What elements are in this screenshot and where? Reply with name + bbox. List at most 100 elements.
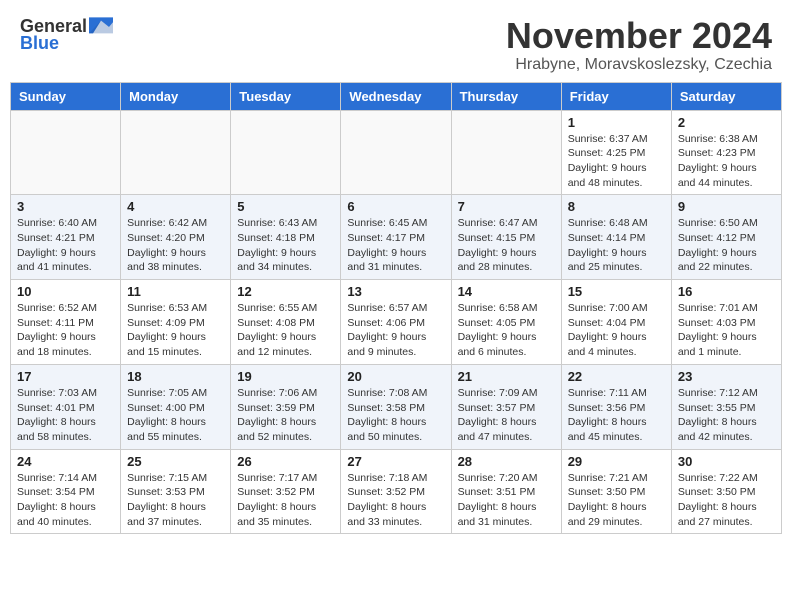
logo: General Blue	[20, 16, 113, 54]
day-number: 26	[237, 454, 334, 469]
day-info: Sunrise: 6:55 AM Sunset: 4:08 PM Dayligh…	[237, 301, 334, 360]
calendar-day-cell: 29 Sunrise: 7:21 AM Sunset: 3:50 PM Dayli…	[561, 449, 671, 534]
day-info: Sunrise: 6:47 AM Sunset: 4:15 PM Dayligh…	[458, 216, 555, 275]
day-number: 14	[458, 284, 555, 299]
calendar-week-row: 17 Sunrise: 7:03 AM Sunset: 4:01 PM Dayli…	[11, 364, 782, 449]
calendar-day-cell: 17 Sunrise: 7:03 AM Sunset: 4:01 PM Dayli…	[11, 364, 121, 449]
day-info: Sunrise: 6:52 AM Sunset: 4:11 PM Dayligh…	[17, 301, 114, 360]
day-info: Sunrise: 7:01 AM Sunset: 4:03 PM Dayligh…	[678, 301, 775, 360]
calendar-day-cell: 7 Sunrise: 6:47 AM Sunset: 4:15 PM Daylig…	[451, 195, 561, 280]
calendar-week-row: 1Sunrise: 6:37 AM Sunset: 4:25 PM Daylig…	[11, 110, 782, 195]
day-number: 13	[347, 284, 444, 299]
calendar-day-cell: 14 Sunrise: 6:58 AM Sunset: 4:05 PM Dayli…	[451, 280, 561, 365]
calendar-day-cell: 26 Sunrise: 7:17 AM Sunset: 3:52 PM Dayli…	[231, 449, 341, 534]
day-number: 17	[17, 369, 114, 384]
day-info: Sunrise: 7:15 AM Sunset: 3:53 PM Dayligh…	[127, 471, 224, 530]
calendar-day-cell: 25 Sunrise: 7:15 AM Sunset: 3:53 PM Dayli…	[121, 449, 231, 534]
day-info: Sunrise: 6:48 AM Sunset: 4:14 PM Dayligh…	[568, 216, 665, 275]
calendar-week-row: 3 Sunrise: 6:40 AM Sunset: 4:21 PM Daylig…	[11, 195, 782, 280]
calendar-day-cell: 30Sunrise: 7:22 AM Sunset: 3:50 PM Dayli…	[671, 449, 781, 534]
calendar-day-header: Wednesday	[341, 82, 451, 110]
day-number: 18	[127, 369, 224, 384]
calendar-day-cell: 19 Sunrise: 7:06 AM Sunset: 3:59 PM Dayli…	[231, 364, 341, 449]
calendar-day-cell: 9 Sunrise: 6:50 AM Sunset: 4:12 PM Daylig…	[671, 195, 781, 280]
day-info: Sunrise: 6:40 AM Sunset: 4:21 PM Dayligh…	[17, 216, 114, 275]
calendar-day-header: Saturday	[671, 82, 781, 110]
day-number: 21	[458, 369, 555, 384]
day-info: Sunrise: 6:43 AM Sunset: 4:18 PM Dayligh…	[237, 216, 334, 275]
calendar-day-cell: 27Sunrise: 7:18 AM Sunset: 3:52 PM Dayli…	[341, 449, 451, 534]
calendar-day-cell: 4 Sunrise: 6:42 AM Sunset: 4:20 PM Daylig…	[121, 195, 231, 280]
calendar-day-header: Sunday	[11, 82, 121, 110]
day-info: Sunrise: 6:53 AM Sunset: 4:09 PM Dayligh…	[127, 301, 224, 360]
day-info: Sunrise: 7:11 AM Sunset: 3:56 PM Dayligh…	[568, 386, 665, 445]
calendar-table: SundayMondayTuesdayWednesdayThursdayFrid…	[10, 82, 782, 535]
day-number: 5	[237, 199, 334, 214]
calendar-day-cell: 11 Sunrise: 6:53 AM Sunset: 4:09 PM Dayli…	[121, 280, 231, 365]
day-info: Sunrise: 7:21 AM Sunset: 3:50 PM Dayligh…	[568, 471, 665, 530]
day-number: 25	[127, 454, 224, 469]
day-info: Sunrise: 7:09 AM Sunset: 3:57 PM Dayligh…	[458, 386, 555, 445]
day-number: 1	[568, 115, 665, 130]
day-number: 3	[17, 199, 114, 214]
day-number: 9	[678, 199, 775, 214]
day-number: 23	[678, 369, 775, 384]
day-number: 22	[568, 369, 665, 384]
calendar-day-cell: 2 Sunrise: 6:38 AM Sunset: 4:23 PM Daylig…	[671, 110, 781, 195]
month-year-title: November 2024	[506, 16, 772, 56]
page-header: General Blue November 2024 Hrabyne, Mora…	[0, 0, 792, 82]
day-info: Sunrise: 7:00 AM Sunset: 4:04 PM Dayligh…	[568, 301, 665, 360]
location-subtitle: Hrabyne, Moravskoslezsky, Czechia	[506, 56, 772, 74]
day-info: Sunrise: 6:45 AM Sunset: 4:17 PM Dayligh…	[347, 216, 444, 275]
day-info: Sunrise: 7:03 AM Sunset: 4:01 PM Dayligh…	[17, 386, 114, 445]
day-info: Sunrise: 6:42 AM Sunset: 4:20 PM Dayligh…	[127, 216, 224, 275]
day-info: Sunrise: 6:50 AM Sunset: 4:12 PM Dayligh…	[678, 216, 775, 275]
calendar-day-cell: 24 Sunrise: 7:14 AM Sunset: 3:54 PM Dayli…	[11, 449, 121, 534]
logo-icon	[89, 17, 113, 37]
day-number: 2	[678, 115, 775, 130]
day-number: 8	[568, 199, 665, 214]
day-info: Sunrise: 7:05 AM Sunset: 4:00 PM Dayligh…	[127, 386, 224, 445]
day-info: Sunrise: 7:17 AM Sunset: 3:52 PM Dayligh…	[237, 471, 334, 530]
day-number: 12	[237, 284, 334, 299]
day-number: 6	[347, 199, 444, 214]
day-number: 20	[347, 369, 444, 384]
calendar-day-cell: 28Sunrise: 7:20 AM Sunset: 3:51 PM Dayli…	[451, 449, 561, 534]
day-info: Sunrise: 6:38 AM Sunset: 4:23 PM Dayligh…	[678, 132, 775, 191]
calendar-day-cell	[231, 110, 341, 195]
day-info: Sunrise: 7:14 AM Sunset: 3:54 PM Dayligh…	[17, 471, 114, 530]
day-number: 24	[17, 454, 114, 469]
day-number: 19	[237, 369, 334, 384]
day-number: 10	[17, 284, 114, 299]
day-number: 11	[127, 284, 224, 299]
day-number: 29	[568, 454, 665, 469]
day-info: Sunrise: 7:20 AM Sunset: 3:51 PM Dayligh…	[458, 471, 555, 530]
calendar-day-cell: 10 Sunrise: 6:52 AM Sunset: 4:11 PM Dayli…	[11, 280, 121, 365]
day-info: Sunrise: 6:57 AM Sunset: 4:06 PM Dayligh…	[347, 301, 444, 360]
calendar-day-cell: 12 Sunrise: 6:55 AM Sunset: 4:08 PM Dayli…	[231, 280, 341, 365]
calendar-day-cell	[451, 110, 561, 195]
calendar-day-cell: 20Sunrise: 7:08 AM Sunset: 3:58 PM Dayli…	[341, 364, 451, 449]
calendar-day-cell: 16Sunrise: 7:01 AM Sunset: 4:03 PM Dayli…	[671, 280, 781, 365]
day-number: 4	[127, 199, 224, 214]
calendar-day-cell: 15 Sunrise: 7:00 AM Sunset: 4:04 PM Dayli…	[561, 280, 671, 365]
day-info: Sunrise: 7:06 AM Sunset: 3:59 PM Dayligh…	[237, 386, 334, 445]
calendar-day-cell: 6 Sunrise: 6:45 AM Sunset: 4:17 PM Daylig…	[341, 195, 451, 280]
day-info: Sunrise: 7:18 AM Sunset: 3:52 PM Dayligh…	[347, 471, 444, 530]
calendar-day-header: Tuesday	[231, 82, 341, 110]
calendar-day-cell: 5 Sunrise: 6:43 AM Sunset: 4:18 PM Daylig…	[231, 195, 341, 280]
day-number: 15	[568, 284, 665, 299]
calendar-day-cell	[121, 110, 231, 195]
day-number: 7	[458, 199, 555, 214]
calendar-day-cell	[341, 110, 451, 195]
calendar-day-cell: 22 Sunrise: 7:11 AM Sunset: 3:56 PM Dayli…	[561, 364, 671, 449]
day-number: 30	[678, 454, 775, 469]
calendar-day-header: Friday	[561, 82, 671, 110]
calendar-day-header: Monday	[121, 82, 231, 110]
calendar-header-row: SundayMondayTuesdayWednesdayThursdayFrid…	[11, 82, 782, 110]
calendar-day-cell: 18 Sunrise: 7:05 AM Sunset: 4:00 PM Dayli…	[121, 364, 231, 449]
day-info: Sunrise: 6:58 AM Sunset: 4:05 PM Dayligh…	[458, 301, 555, 360]
calendar-day-header: Thursday	[451, 82, 561, 110]
logo-blue-text: Blue	[20, 33, 59, 54]
calendar-day-cell: 1Sunrise: 6:37 AM Sunset: 4:25 PM Daylig…	[561, 110, 671, 195]
